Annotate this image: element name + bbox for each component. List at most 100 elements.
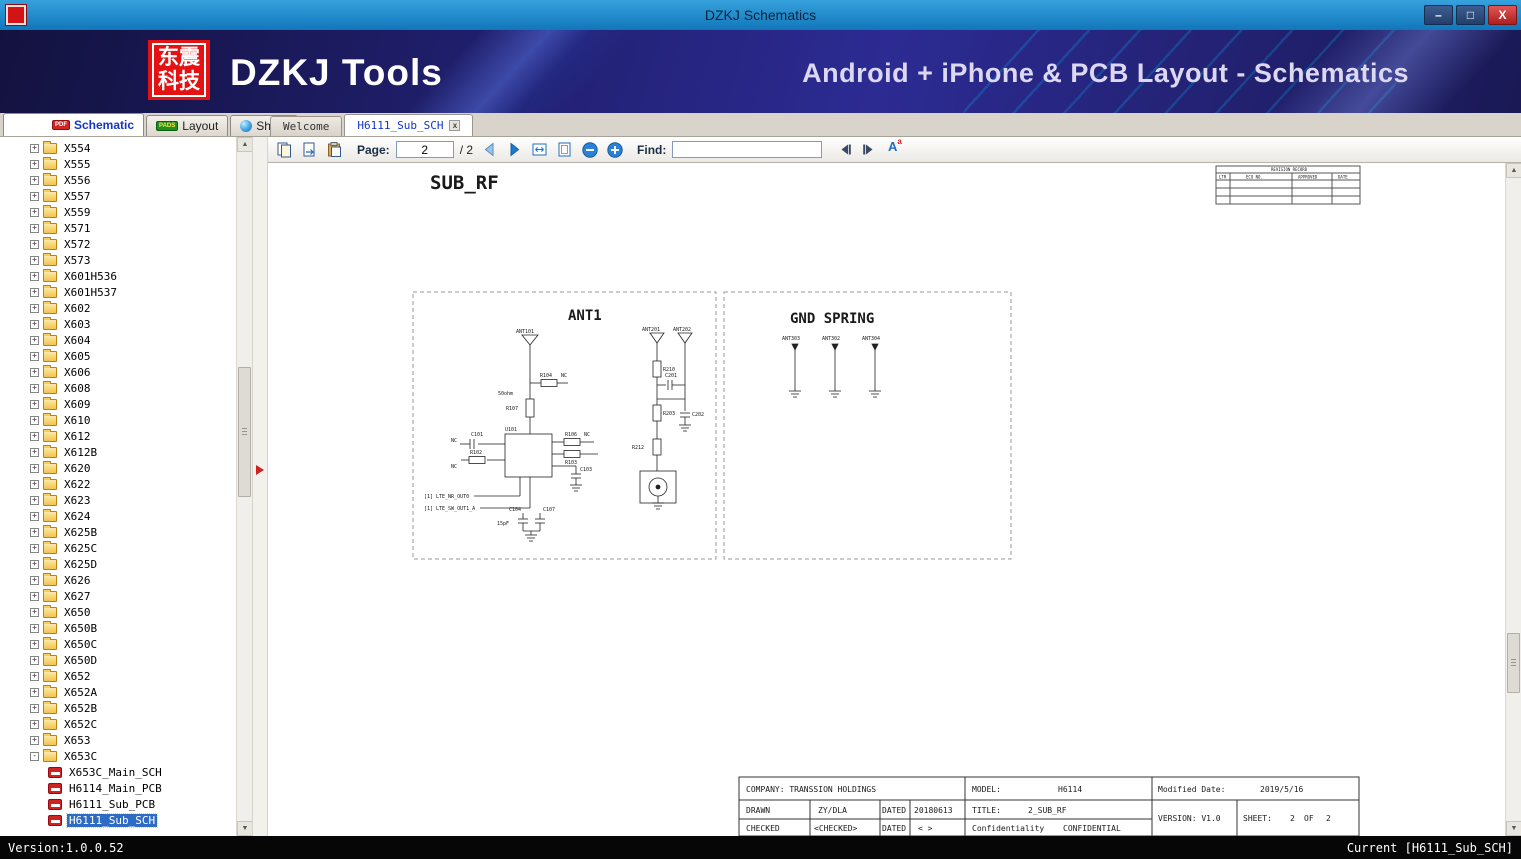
expand-toggle-icon[interactable] <box>30 319 39 329</box>
font-size-icon[interactable]: Aa <box>884 137 905 160</box>
tree-item[interactable]: X605 <box>0 348 236 364</box>
expand-toggle-icon[interactable] <box>30 719 39 729</box>
tab-welcome[interactable]: Welcome <box>270 116 343 136</box>
tree-item[interactable]: H6114_Main_PCB <box>0 780 236 796</box>
expand-toggle-icon[interactable] <box>30 239 39 249</box>
sidebar-scrollbar[interactable]: ▲ ▼ <box>236 137 252 836</box>
next-page-icon[interactable] <box>504 139 525 160</box>
expand-toggle-icon[interactable] <box>30 447 39 457</box>
content-scrollbar-thumb[interactable] <box>1507 633 1520 693</box>
tree-item[interactable]: X625B <box>0 524 236 540</box>
sidebar-scrollbar-thumb[interactable] <box>238 367 251 497</box>
tree-item[interactable]: X606 <box>0 364 236 380</box>
zoom-out-icon[interactable] <box>579 139 600 160</box>
tree-item[interactable]: X623 <box>0 492 236 508</box>
expand-toggle-icon[interactable] <box>30 399 39 409</box>
tree-item[interactable]: X620 <box>0 460 236 476</box>
tree-item[interactable]: X627 <box>0 588 236 604</box>
expand-toggle-icon[interactable] <box>30 591 39 601</box>
tree-item[interactable]: X624 <box>0 508 236 524</box>
tree-item[interactable]: X652A <box>0 684 236 700</box>
expand-toggle-icon[interactable] <box>30 527 39 537</box>
scroll-down-icon[interactable]: ▼ <box>1506 821 1521 836</box>
tree-item[interactable]: X604 <box>0 332 236 348</box>
snapshot-page-icon[interactable] <box>299 139 320 160</box>
tree-item[interactable]: X650D <box>0 652 236 668</box>
tree-item[interactable]: X653 <box>0 732 236 748</box>
tree-item[interactable]: X554 <box>0 140 236 156</box>
expand-toggle-icon[interactable] <box>30 207 39 217</box>
expand-toggle-icon[interactable] <box>30 575 39 585</box>
fit-page-icon[interactable] <box>554 139 575 160</box>
tree-item[interactable]: X626 <box>0 572 236 588</box>
scroll-up-icon[interactable]: ▲ <box>237 137 252 152</box>
scroll-up-icon[interactable]: ▲ <box>1506 163 1521 178</box>
expand-toggle-icon[interactable] <box>30 463 39 473</box>
expand-toggle-icon[interactable] <box>30 351 39 361</box>
zoom-in-icon[interactable] <box>604 139 625 160</box>
tree-item[interactable]: H6111_Sub_PCB <box>0 796 236 812</box>
expand-toggle-icon[interactable] <box>30 751 39 761</box>
expand-toggle-icon[interactable] <box>30 479 39 489</box>
expand-toggle-icon[interactable] <box>30 735 39 745</box>
expand-toggle-icon[interactable] <box>30 671 39 681</box>
sidebar-splitter[interactable] <box>252 137 268 836</box>
tree-item[interactable]: X601H536 <box>0 268 236 284</box>
tree-item[interactable]: X556 <box>0 172 236 188</box>
expand-toggle-icon[interactable] <box>30 223 39 233</box>
content-scrollbar[interactable]: ▲ ▼ <box>1505 163 1521 836</box>
expand-toggle-icon[interactable] <box>30 639 39 649</box>
find-next-icon[interactable] <box>859 139 880 160</box>
expand-toggle-icon[interactable] <box>30 543 39 553</box>
tree-item[interactable]: X653C_Main_SCH <box>0 764 236 780</box>
tree-item[interactable]: X652C <box>0 716 236 732</box>
tree-item[interactable]: X603 <box>0 316 236 332</box>
tree-item[interactable]: X609 <box>0 396 236 412</box>
tree-item[interactable]: X622 <box>0 476 236 492</box>
tree-item[interactable]: X625C <box>0 540 236 556</box>
expand-toggle-icon[interactable] <box>30 335 39 345</box>
expand-toggle-icon[interactable] <box>30 191 39 201</box>
expand-toggle-icon[interactable] <box>30 143 39 153</box>
tab-h6111-sub-sch[interactable]: H6111_Sub_SCH x <box>344 114 474 136</box>
find-input[interactable] <box>672 141 823 158</box>
expand-toggle-icon[interactable] <box>30 415 39 425</box>
close-button[interactable]: X <box>1488 5 1517 25</box>
expand-toggle-icon[interactable] <box>30 431 39 441</box>
scroll-down-icon[interactable]: ▼ <box>237 821 252 836</box>
tree-item[interactable]: X557 <box>0 188 236 204</box>
expand-toggle-icon[interactable] <box>30 271 39 281</box>
tree-item[interactable]: X625D <box>0 556 236 572</box>
expand-toggle-icon[interactable] <box>30 159 39 169</box>
expand-toggle-icon[interactable] <box>30 703 39 713</box>
tree-item[interactable]: H6111_Sub_SCH <box>0 812 236 828</box>
tree-item[interactable]: X602 <box>0 300 236 316</box>
expand-toggle-icon[interactable] <box>30 687 39 697</box>
find-previous-icon[interactable] <box>834 139 855 160</box>
expand-toggle-icon[interactable] <box>30 655 39 665</box>
expand-toggle-icon[interactable] <box>30 255 39 265</box>
maximize-button[interactable]: □ <box>1456 5 1485 25</box>
previous-page-icon[interactable] <box>479 139 500 160</box>
tree-item[interactable]: X555 <box>0 156 236 172</box>
tree-item[interactable]: X612B <box>0 444 236 460</box>
expand-toggle-icon[interactable] <box>30 607 39 617</box>
expand-toggle-icon[interactable] <box>30 175 39 185</box>
tree-item[interactable]: X650B <box>0 620 236 636</box>
tree-item[interactable]: X559 <box>0 204 236 220</box>
fit-width-icon[interactable] <box>529 139 550 160</box>
tree-item[interactable]: X650 <box>0 604 236 620</box>
tree-item[interactable]: X571 <box>0 220 236 236</box>
copy-page-icon[interactable] <box>274 139 295 160</box>
expand-toggle-icon[interactable] <box>30 367 39 377</box>
page-input[interactable] <box>395 141 454 158</box>
close-tab-icon[interactable]: x <box>449 120 461 131</box>
expand-toggle-icon[interactable] <box>30 383 39 393</box>
tool-tab[interactable]: PADS Layout <box>146 115 229 136</box>
expand-toggle-icon[interactable] <box>30 287 39 297</box>
expand-toggle-icon[interactable] <box>30 495 39 505</box>
tree-item[interactable]: X650C <box>0 636 236 652</box>
expand-toggle-icon[interactable] <box>30 303 39 313</box>
tree-item[interactable]: X601H537 <box>0 284 236 300</box>
expand-toggle-icon[interactable] <box>30 559 39 569</box>
